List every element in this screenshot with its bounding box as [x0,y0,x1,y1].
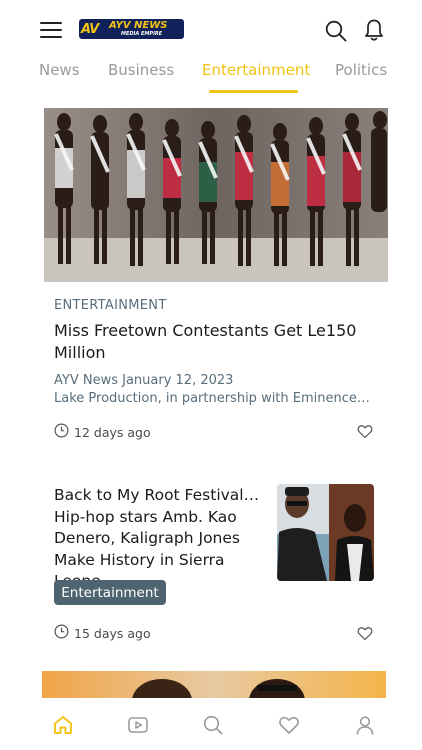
like-heart-icon[interactable] [357,626,373,641]
article-time: 15 days ago [74,625,151,641]
tab-news[interactable]: News [39,61,80,79]
tab-entertainment[interactable]: Entertainment [202,61,310,79]
search-icon[interactable] [325,20,347,42]
article-hero-image[interactable] [44,108,388,282]
home-icon[interactable] [52,714,74,736]
article-byline: AYV News January 12, 2023 [54,373,234,388]
app-logo[interactable]: AV AYV NEWS MEDIA EMPIRE [79,19,184,39]
logo-sub-text: MEDIA EMPIRE [121,31,163,37]
article-excerpt: Lake Production, in partnership with Emi… [54,391,370,406]
category-chip[interactable]: Entertainment [54,580,166,605]
app-header: AV AYV NEWS MEDIA EMPIRE [0,0,422,58]
heart-icon[interactable] [278,714,300,736]
article-time: 12 days ago [74,424,151,440]
article-category: ENTERTAINMENT [54,298,167,313]
menu-icon[interactable] [40,22,62,40]
article-meta: 15 days ago [54,623,151,643]
active-tab-indicator [209,90,298,93]
bell-icon[interactable] [364,18,384,42]
article-meta: 12 days ago [54,422,151,442]
clock-icon [54,422,69,442]
bottom-navigation [0,698,422,750]
article-title[interactable]: Back to My Root Festival… Hip-hop stars … [54,485,264,593]
clock-icon [54,623,69,643]
tab-politics[interactable]: Politics [335,61,387,79]
article-title[interactable]: Miss Freetown Contestants Get Le150 Mill… [54,320,374,364]
article-thumbnail[interactable] [277,484,374,581]
profile-icon[interactable] [354,714,376,736]
like-heart-icon[interactable] [357,424,373,439]
search-icon[interactable] [202,714,224,736]
category-tabs: News Business Entertainment Politics [0,58,422,94]
logo-main-text: AYV NEWS [109,20,168,31]
video-icon[interactable] [127,714,149,736]
logo-mark: AV [81,21,99,37]
tab-business[interactable]: Business [108,61,174,79]
